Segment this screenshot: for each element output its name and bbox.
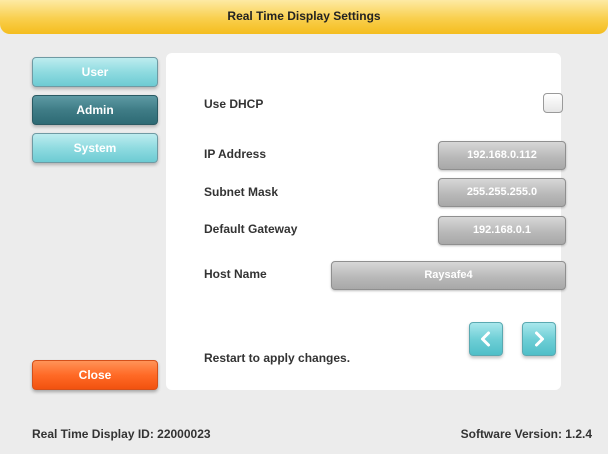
sidebar-item-user[interactable]: User <box>32 57 158 87</box>
device-id-text: Real Time Display ID: 22000023 <box>32 427 211 441</box>
chevron-right-icon <box>535 331 544 347</box>
close-button[interactable]: Close <box>32 360 158 390</box>
sidebar-item-system[interactable]: System <box>32 133 158 163</box>
subnet-mask-field[interactable]: 255.255.255.0 <box>438 178 566 207</box>
next-button[interactable] <box>522 322 556 356</box>
previous-button[interactable] <box>469 322 503 356</box>
use-dhcp-label: Use DHCP <box>204 97 264 111</box>
default-gateway-label: Default Gateway <box>204 222 298 236</box>
default-gateway-field[interactable]: 192.168.0.1 <box>438 216 566 245</box>
ip-address-label: IP Address <box>204 147 267 161</box>
use-dhcp-checkbox[interactable] <box>543 93 563 113</box>
software-version-text: Software Version: 1.2.4 <box>460 427 592 441</box>
restart-note: Restart to apply changes. <box>204 351 351 365</box>
host-name-label: Host Name <box>204 267 267 281</box>
subnet-mask-label: Subnet Mask <box>204 185 279 199</box>
window-title: Real Time Display Settings <box>0 0 608 34</box>
chevron-left-icon <box>481 331 490 347</box>
ip-address-field[interactable]: 192.168.0.112 <box>438 141 566 170</box>
sidebar-item-admin[interactable]: Admin <box>32 95 158 125</box>
host-name-field[interactable]: Raysafe4 <box>331 261 566 290</box>
